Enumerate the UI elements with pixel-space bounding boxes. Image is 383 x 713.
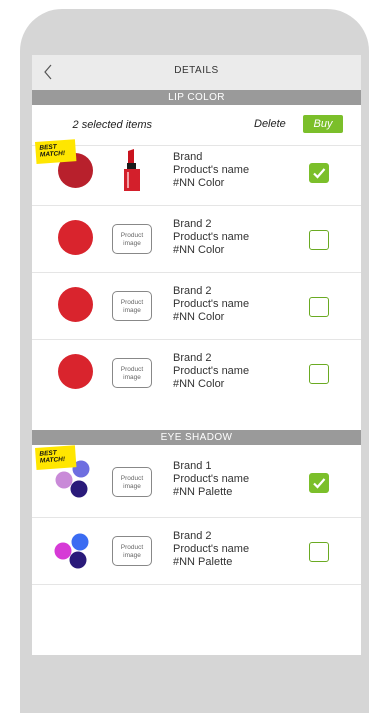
- color-code: #NN Palette: [173, 486, 233, 498]
- nav-bar: DETAILS: [32, 55, 361, 90]
- screen: DETAILS LIP COLOR 2 selected items Delet…: [32, 55, 361, 655]
- color-swatch: [58, 220, 93, 255]
- best-match-badge: BEST MATCH!: [35, 445, 77, 470]
- product-image-placeholder: Product image: [112, 536, 152, 566]
- select-checkbox[interactable]: [309, 230, 329, 250]
- brand-name: Brand: [173, 151, 203, 163]
- color-code: #NN Palette: [173, 556, 233, 568]
- palette-swatch: [52, 530, 92, 572]
- lipstick-icon: [122, 149, 142, 193]
- product-info: Brand 2 Product's name #NN Color: [173, 218, 249, 257]
- color-code: #NN Color: [173, 177, 225, 189]
- product-image-placeholder: Product image: [112, 467, 152, 497]
- select-checkbox[interactable]: [309, 473, 329, 493]
- product-info: Brand 2 Product's name #NN Palette: [173, 530, 249, 569]
- color-code: #NN Color: [173, 311, 225, 323]
- color-swatch: [58, 287, 93, 322]
- product-info: Brand 2 Product's name #NN Color: [173, 352, 249, 391]
- select-checkbox[interactable]: [309, 297, 329, 317]
- brand-name: Brand 2: [173, 218, 212, 230]
- color-code: #NN Color: [173, 244, 225, 256]
- list-item[interactable]: Product image Brand 2 Product's name #NN…: [32, 273, 361, 340]
- product-name: Product's name: [173, 231, 250, 243]
- product-image-placeholder: Product image: [112, 291, 152, 321]
- select-checkbox[interactable]: [309, 364, 329, 384]
- product-name: Product's name: [173, 365, 250, 377]
- brand-name: Brand 1: [173, 460, 212, 472]
- list-item[interactable]: BEST MATCH! Brand Product's name #NN Col…: [32, 139, 361, 206]
- select-checkbox[interactable]: [309, 542, 329, 562]
- brand-name: Brand 2: [173, 285, 212, 297]
- buy-button[interactable]: Buy: [303, 115, 343, 133]
- product-name: Product's name: [173, 543, 250, 555]
- delete-button[interactable]: Delete: [254, 118, 286, 130]
- product-image-placeholder: Product image: [112, 358, 152, 388]
- product-info: Brand 2 Product's name #NN Color: [173, 285, 249, 324]
- list-item[interactable]: Product image Brand 2 Product's name #NN…: [32, 206, 361, 273]
- product-name: Product's name: [173, 164, 250, 176]
- color-swatch: [58, 354, 93, 389]
- selected-count: 2 selected items: [72, 119, 152, 131]
- select-checkbox[interactable]: [309, 163, 329, 183]
- product-image-placeholder: Product image: [112, 224, 152, 254]
- section-header-lip-color: LIP COLOR: [32, 90, 361, 105]
- list-item[interactable]: Product image Brand 2 Product's name #NN…: [32, 340, 361, 395]
- product-info: Brand 1 Product's name #NN Palette: [173, 460, 249, 499]
- section-header-eye-shadow: EYE SHADOW: [32, 430, 361, 445]
- brand-name: Brand 2: [173, 530, 212, 542]
- list-item[interactable]: Product image Brand 2 Product's name #NN…: [32, 518, 361, 585]
- brand-name: Brand 2: [173, 352, 212, 364]
- best-match-badge: BEST MATCH!: [35, 139, 77, 164]
- list-item[interactable]: BEST MATCH! Product image Brand 1 Produc…: [32, 445, 361, 518]
- color-code: #NN Color: [173, 378, 225, 390]
- product-info: Brand Product's name #NN Color: [173, 151, 249, 190]
- product-name: Product's name: [173, 473, 250, 485]
- product-name: Product's name: [173, 298, 250, 310]
- page-title: DETAILS: [174, 65, 219, 76]
